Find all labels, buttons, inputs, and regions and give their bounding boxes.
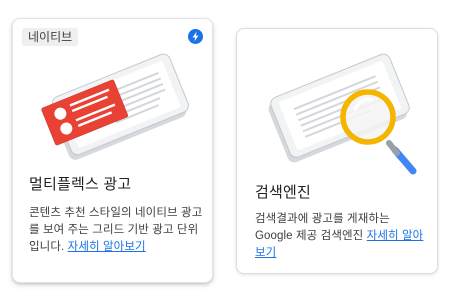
card-title: 멀티플렉스 광고 (29, 176, 132, 193)
card-description: 콘텐츠 추천 스타일의 네이티브 광고를 보여 주는 그리드 기반 광고 단위입… (29, 205, 205, 256)
multiplex-illustration (41, 53, 189, 160)
bolt-icon (188, 29, 203, 44)
native-badge: 네이티브 (22, 28, 79, 46)
learn-more-link[interactable]: 자세히 알아보기 (68, 241, 146, 253)
multiplex-ad-card[interactable]: 네이티브 멀티플렉스 광고 콘텐츠 추천 스타일의 네이티브 광고를 보여 주는… (12, 18, 213, 283)
card-description: 검색결과에 광고를 게재하는 Google 제공 검색엔진 자세히 알아보기 (255, 211, 427, 262)
search-engine-card[interactable]: 검색엔진 검색결과에 광고를 게재하는 Google 제공 검색엔진 자세히 알… (236, 28, 438, 274)
card-title: 검색엔진 (255, 184, 312, 201)
search-engine-illustration (268, 53, 417, 175)
